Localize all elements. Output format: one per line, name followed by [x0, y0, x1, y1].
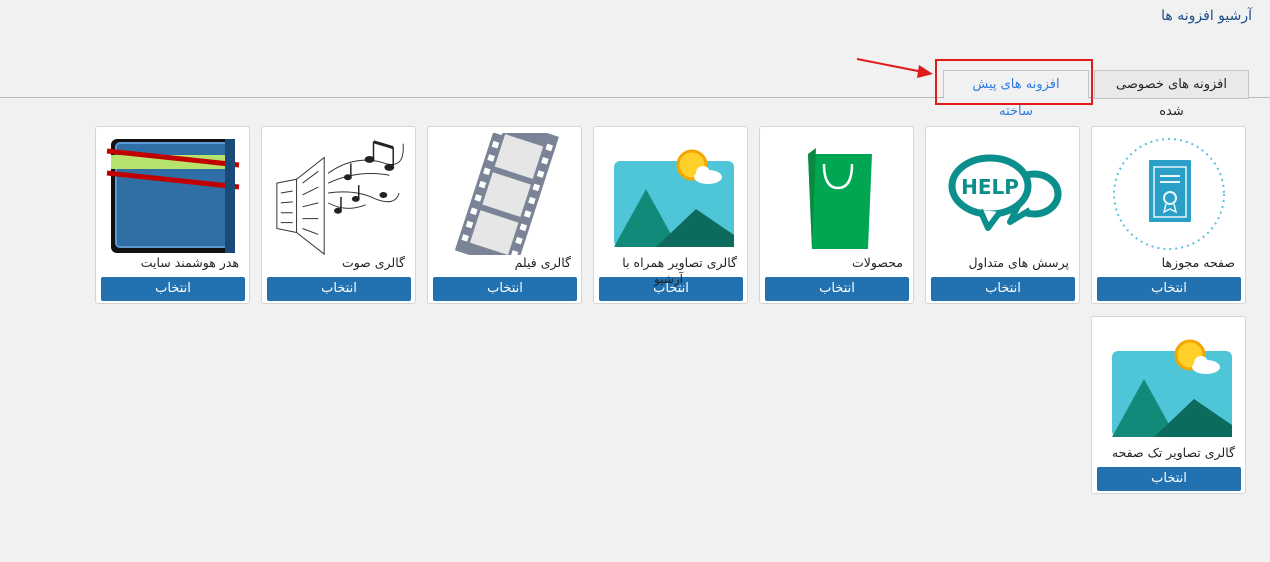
highlight-box	[935, 59, 1093, 105]
image-gallery-icon	[1097, 323, 1240, 445]
plugin-name: پرسش های متداول	[968, 255, 1069, 270]
shopping-bag-icon	[765, 133, 908, 255]
select-button[interactable]: انتخاب	[1097, 467, 1241, 491]
speaker-music-icon	[267, 133, 410, 255]
plugin-card-image-gallery-archive: گالری تصاویر همراه با انتخاب آرشیو	[593, 126, 748, 304]
plugin-card-products: محصولات انتخاب	[759, 126, 914, 304]
select-button[interactable]: انتخاب	[433, 277, 577, 301]
plugin-card-film-gallery: گالری فیلم انتخاب	[427, 126, 582, 304]
plugin-card-single-page-gallery: گالری تصاویر تک صفحه انتخاب	[1091, 316, 1246, 494]
select-button[interactable]: انتخاب	[765, 277, 909, 301]
tab-custom-plugins[interactable]: افزونه های خصوصی شده	[1094, 70, 1249, 119]
select-button[interactable]: انتخاب	[1097, 277, 1241, 301]
plugin-name: گالری فیلم	[514, 255, 571, 270]
film-strip-icon	[433, 133, 576, 255]
select-button[interactable]: انتخاب	[931, 277, 1075, 301]
plugin-name: گالری صوت	[341, 255, 405, 270]
plugin-name: صفحه مجوزها	[1161, 255, 1235, 270]
select-button[interactable]: انتخاب	[599, 277, 743, 301]
select-button[interactable]: انتخاب	[267, 277, 411, 301]
plugin-name: هدر هوشمند سایت	[140, 255, 239, 270]
plugin-card-smart-header: هدر هوشمند سایت انتخاب	[95, 126, 250, 304]
plugin-name: محصولات	[852, 255, 903, 270]
help-bubble-icon: HELP	[931, 133, 1074, 255]
plugin-card-faq: HELP پرسش های متداول انتخاب	[925, 126, 1080, 304]
smart-header-icon	[101, 133, 244, 255]
plugin-name: گالری تصاویر همراه با	[622, 255, 737, 270]
plugin-card-licenses: صفحه مجوزها انتخاب	[1091, 126, 1246, 304]
plugin-name: گالری تصاویر تک صفحه	[1111, 445, 1235, 460]
pointer-arrow-icon	[856, 58, 933, 78]
select-button[interactable]: انتخاب	[101, 277, 245, 301]
image-gallery-icon	[599, 133, 742, 255]
page-title: آرشیو افزونه ها	[1161, 8, 1252, 24]
svg-text:HELP: HELP	[961, 175, 1019, 199]
plugin-card-audio-gallery: گالری صوت انتخاب	[261, 126, 416, 304]
certificate-icon	[1097, 133, 1240, 255]
